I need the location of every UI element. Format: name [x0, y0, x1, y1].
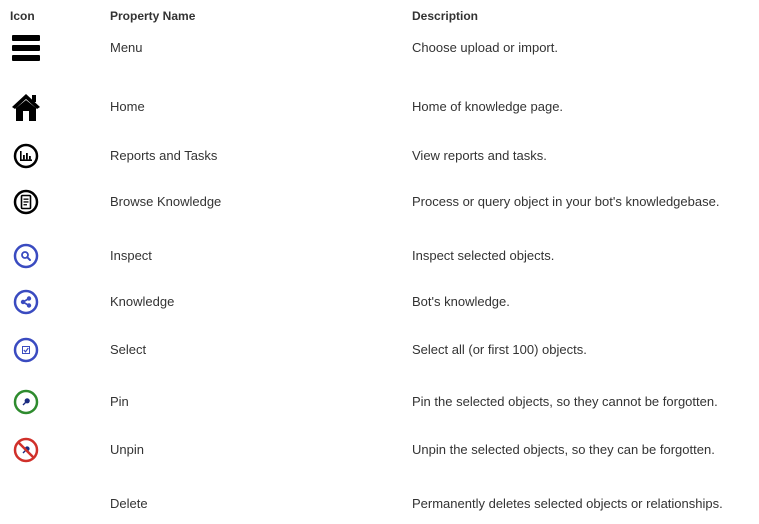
property-name: Delete — [110, 496, 148, 511]
property-name: Menu — [110, 40, 143, 55]
table-row: Reports and Tasks View reports and tasks… — [0, 136, 759, 176]
property-description: Select all (or first 100) objects. — [412, 342, 587, 357]
header-icon: Icon — [10, 9, 35, 23]
table-row: Delete Permanently deletes selected obje… — [0, 484, 759, 524]
property-name: Home — [110, 99, 145, 114]
property-description: Pin the selected objects, so they cannot… — [412, 394, 718, 409]
table-row: Unpin Unpin the selected objects, so the… — [0, 430, 759, 470]
header-property-name: Property Name — [110, 9, 196, 23]
property-name: Select — [110, 342, 147, 357]
unpin-icon[interactable] — [8, 430, 44, 470]
share-knowledge-icon[interactable] — [8, 282, 44, 322]
property-description: Bot's knowledge. — [412, 294, 510, 309]
property-description: Choose upload or import. — [412, 40, 558, 55]
pin-icon[interactable] — [8, 382, 44, 422]
table-row: Browse Knowledge Process or query object… — [0, 182, 759, 222]
property-description: Process or query object in your bot's kn… — [412, 194, 720, 209]
header-description: Description — [412, 9, 479, 23]
property-description: Unpin the selected objects, so they can … — [412, 442, 715, 457]
reports-chart-icon[interactable] — [8, 136, 44, 176]
property-description: Home of knowledge page. — [412, 99, 564, 114]
table-row: Menu Choose upload or import. — [0, 28, 759, 68]
browse-document-icon[interactable] — [8, 182, 44, 222]
table-row: Inspect Inspect selected objects. — [0, 236, 759, 276]
property-name: Unpin — [110, 442, 144, 457]
property-description: Permanently deletes selected objects or … — [412, 496, 723, 511]
table-row: Knowledge Bot's knowledge. — [0, 282, 759, 322]
property-name: Browse Knowledge — [110, 194, 222, 209]
delete-icon-placeholder — [8, 484, 44, 524]
inspect-magnifier-icon[interactable] — [8, 236, 44, 276]
table-row: Home Home of knowledge page. — [0, 87, 759, 127]
table-row: Pin Pin the selected objects, so they ca… — [0, 382, 759, 422]
property-name: Pin — [110, 394, 129, 409]
property-description: View reports and tasks. — [412, 148, 547, 163]
property-name: Reports and Tasks — [110, 148, 218, 163]
property-description: Inspect selected objects. — [412, 248, 555, 263]
select-checkbox-icon[interactable] — [8, 330, 44, 370]
home-icon[interactable] — [8, 87, 44, 127]
menu-icon[interactable] — [8, 28, 44, 68]
property-name: Inspect — [110, 248, 152, 263]
property-name: Knowledge — [110, 294, 175, 309]
table-row: Select Select all (or first 100) objects… — [0, 330, 759, 370]
